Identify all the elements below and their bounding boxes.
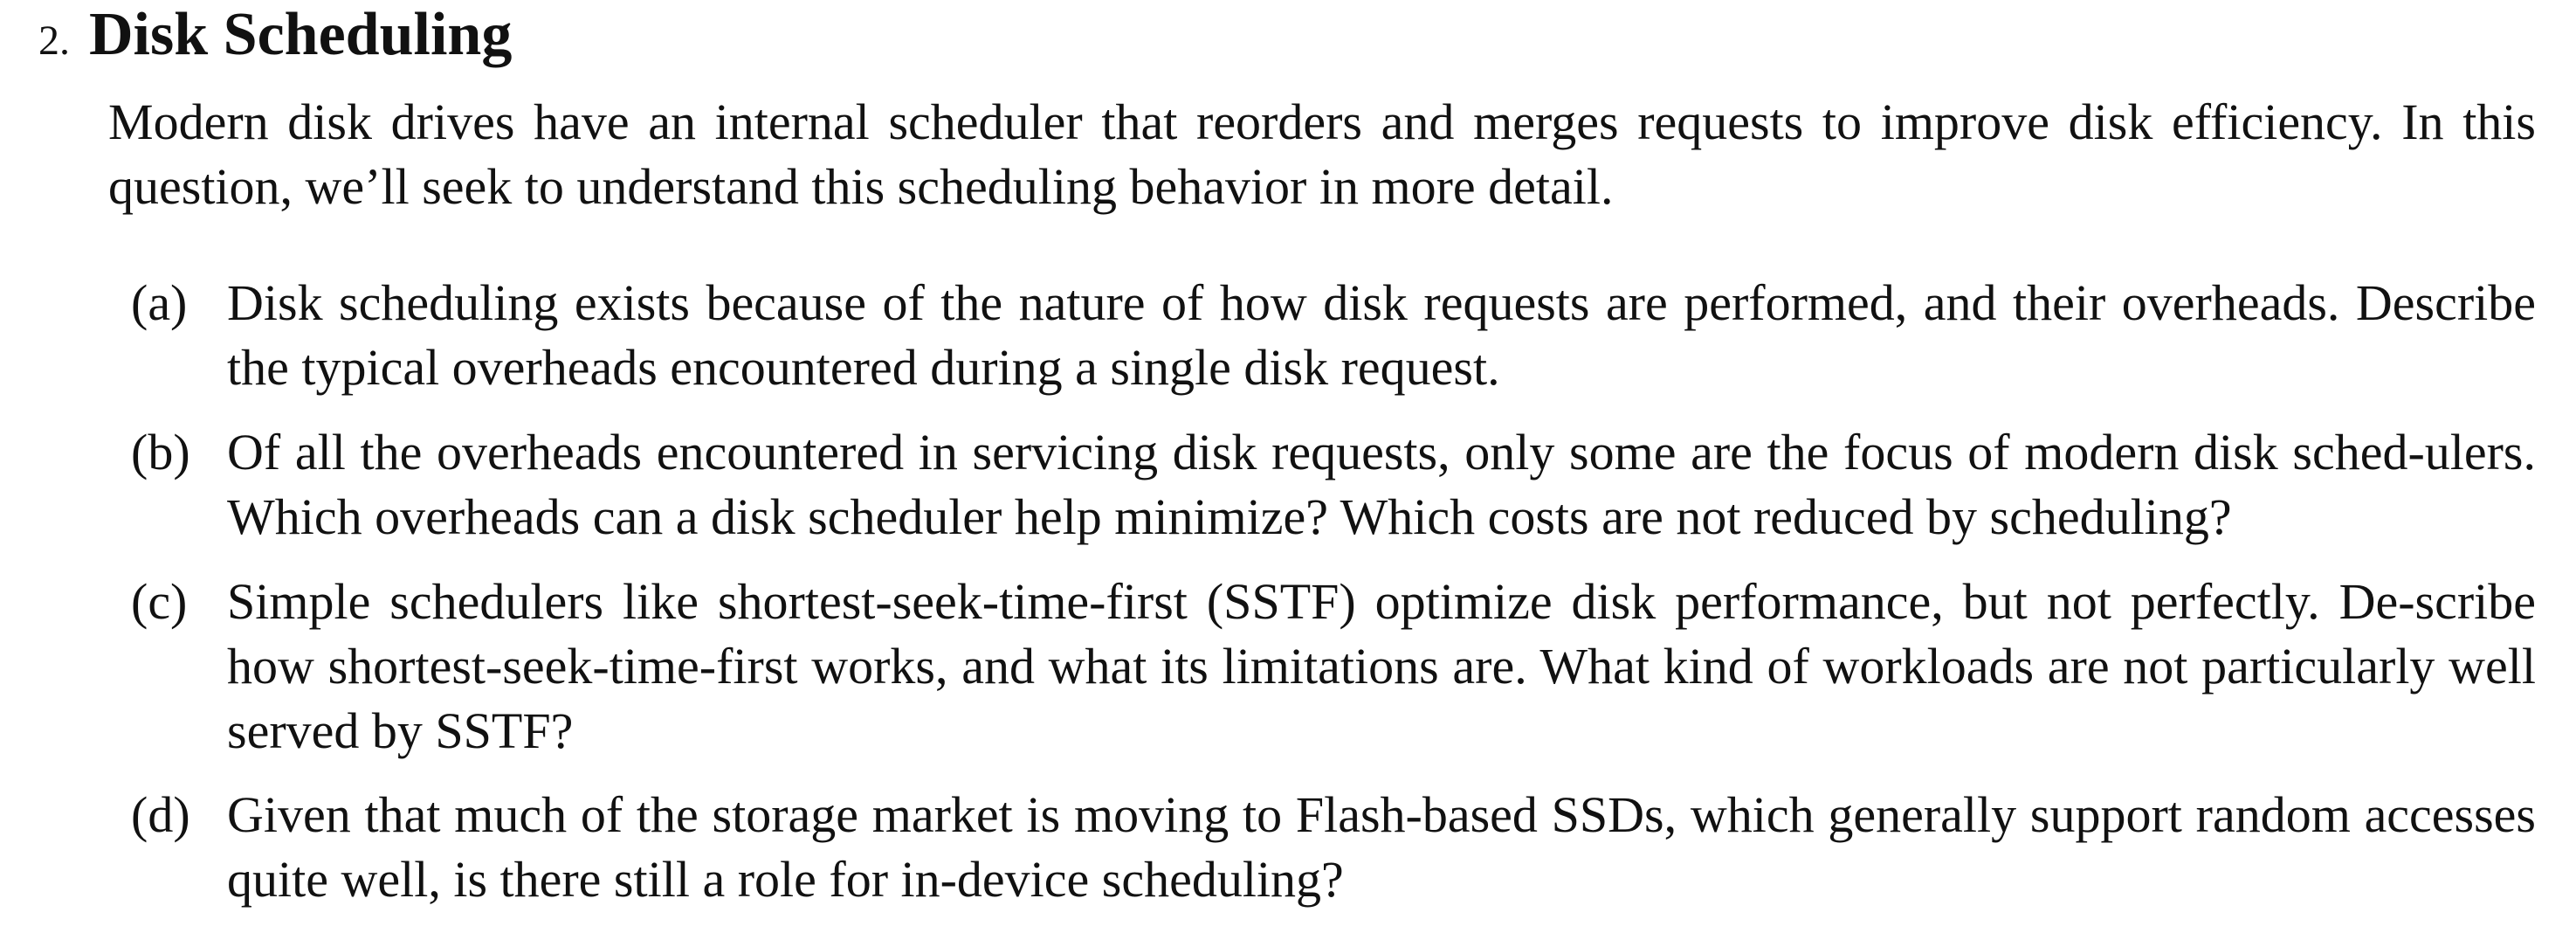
- question-c-letter: (c): [131, 573, 188, 630]
- question-b-text: Of all the overheads encountered in serv…: [227, 424, 2536, 545]
- question-d: (d) Given that much of the storage marke…: [131, 783, 2536, 912]
- section-title: Disk Scheduling: [89, 1, 513, 68]
- question-d-letter: (d): [131, 786, 190, 843]
- question-c-text: Simple schedulers like shortest-seek-tim…: [227, 573, 2536, 759]
- intro-paragraph: Modern disk drives have an internal sche…: [108, 93, 2536, 215]
- question-a-letter: (a): [131, 274, 188, 331]
- question-a: (a) Disk scheduling exists because of th…: [131, 271, 2536, 400]
- section-number: 2.: [38, 17, 70, 64]
- question-d-text: Given that much of the storage market is…: [227, 786, 2536, 908]
- question-b: (b) Of all the overheads encountered in …: [131, 420, 2536, 549]
- section-heading: 2. Disk Scheduling: [38, 0, 512, 70]
- question-b-letter: (b): [131, 424, 190, 480]
- question-c: (c) Simple schedulers like shortest-seek…: [131, 570, 2536, 764]
- document-page: 2. Disk Scheduling Modern disk drives ha…: [0, 0, 2576, 940]
- question-a-text: Disk scheduling exists because of the na…: [227, 274, 2536, 396]
